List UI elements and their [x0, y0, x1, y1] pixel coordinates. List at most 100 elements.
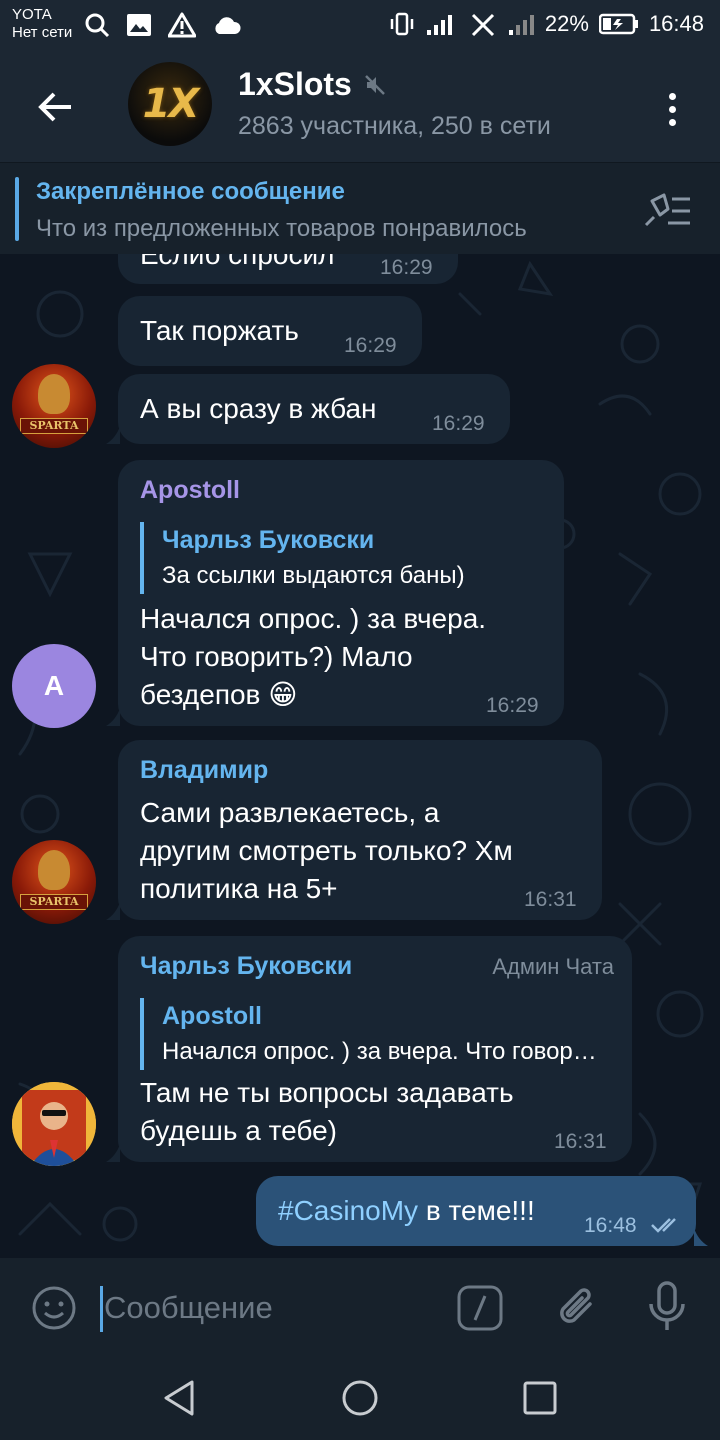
reply-author: Apostoll: [162, 1002, 262, 1030]
message-body: Сами развлекаетесь, а другим смотреть то…: [140, 794, 513, 908]
reply-text: Начался опрос. ) за вчера. Что говорить?…: [162, 1038, 600, 1065]
sender-name[interactable]: Владимир: [140, 756, 268, 785]
bubble-tail: [106, 426, 120, 444]
message-body: Начался опрос. ) за вчера. Что говорить?…: [140, 600, 486, 714]
message-list[interactable]: Еслиб спросил 16:29 Так поржать 16:29 SP…: [0, 254, 720, 1258]
pinned-title: Закреплённое сообщение: [36, 178, 345, 205]
message-time: 16:29: [486, 694, 539, 717]
message-time: 16:29: [432, 412, 485, 435]
status-bar: YOTA Нет сети 22% 16:48: [0, 0, 720, 52]
message-line: другим смотреть только? Хм: [140, 835, 513, 866]
person-photo-icon: [12, 1082, 96, 1166]
message-bubble[interactable]: Чарльз Буковски Админ Чата Apostoll Нача…: [118, 936, 632, 1162]
message-line: Начался опрос. ) за вчера.: [140, 603, 487, 634]
message-input[interactable]: Сообщение: [104, 1290, 273, 1326]
battery-percent: 22%: [544, 11, 589, 36]
battery-icon: [598, 13, 638, 35]
pinned-indicator: [15, 177, 19, 241]
signal-2-icon: [508, 15, 534, 35]
message-line: Сами развлекаетесь, а: [140, 797, 440, 828]
avatar-initial: A: [43, 670, 65, 701]
muted-icon: [364, 74, 385, 95]
message-bubble[interactable]: Владимир Сами развлекаетесь, а другим см…: [118, 740, 602, 920]
bubble-tail: [106, 708, 120, 726]
more-menu-button[interactable]: [654, 84, 690, 134]
nav-recents-icon[interactable]: [520, 1378, 560, 1418]
outgoing-message-bubble[interactable]: #CasinoMy в теме!!! 16:48: [256, 1176, 696, 1246]
microphone-icon[interactable]: [644, 1280, 690, 1334]
user-avatar[interactable]: SPARTA: [12, 364, 96, 448]
message-body: Там не ты вопросы задавать будешь а тебе…: [140, 1074, 514, 1150]
search-notification-icon: [85, 13, 110, 38]
reply-text: За ссылки выдаются баны): [162, 562, 465, 589]
message-line: бездепов 😁: [140, 679, 298, 710]
message-bubble[interactable]: А вы сразу в жбан 16:29: [118, 374, 510, 444]
reply-quote[interactable]: Apostoll Начался опрос. ) за вчера. Что …: [140, 998, 600, 1070]
message-time: 16:48: [584, 1214, 637, 1237]
chat-member-count: 2863 участника, 250 в сети: [238, 112, 551, 140]
dot-icon: [668, 118, 676, 126]
user-avatar[interactable]: A: [12, 644, 96, 728]
chat-header: 1X 1xSlots 2863 участника, 250 в сети: [0, 52, 720, 162]
message-bubble[interactable]: Apostoll Чарльз Буковски За ссылки выдаю…: [118, 460, 564, 726]
warning-icon: [168, 12, 196, 38]
chat-avatar[interactable]: 1X: [128, 62, 212, 146]
double-check-icon: [651, 1218, 676, 1233]
spartan-helmet-icon: [38, 374, 70, 414]
message-text: Так поржать: [140, 315, 299, 346]
message-bubble[interactable]: Так поржать 16:29: [118, 296, 422, 366]
no-wifi-icon: [471, 13, 494, 37]
message-time: 16:31: [524, 888, 577, 911]
hashtag-link[interactable]: #CasinoMy: [278, 1195, 418, 1226]
message-line: Что говорить?) Мало: [140, 641, 413, 672]
nav-home-icon[interactable]: [340, 1378, 380, 1418]
message-time: 16:29: [344, 334, 397, 357]
bubble-tail: [106, 902, 120, 920]
bubble-tail: [694, 1228, 708, 1246]
message-line: Там не ты вопросы задавать: [140, 1077, 514, 1108]
message-text: #CasinoMy в теме!!!: [278, 1192, 535, 1230]
carrier-name: YOTA: [12, 6, 52, 23]
dot-icon: [668, 92, 676, 100]
emoji-icon[interactable]: [30, 1284, 78, 1332]
carrier-status: Нет сети: [12, 24, 73, 41]
chat-avatar-logo: 1X: [142, 81, 200, 127]
paperclip-icon[interactable]: [552, 1282, 602, 1332]
cloud-icon: [215, 17, 241, 34]
message-time: 16:31: [554, 1130, 607, 1153]
sender-name[interactable]: Чарльз Буковски: [140, 952, 352, 981]
system-indicators: 22% 16:48: [389, 11, 704, 37]
signal-icon: [426, 15, 452, 35]
message-text-rest: в теме!!!: [418, 1195, 535, 1226]
nav-back-icon[interactable]: [160, 1378, 200, 1418]
reply-quote[interactable]: Чарльз Буковски За ссылки выдаются баны): [140, 522, 540, 594]
pinned-message-bar[interactable]: Закреплённое сообщение Что из предложенн…: [0, 162, 720, 254]
message-text: Еслиб спросил: [140, 254, 335, 270]
message-time: 16:29: [380, 256, 433, 279]
message-line: будешь а тебе): [140, 1115, 337, 1146]
chat-title[interactable]: 1xSlots: [238, 66, 386, 103]
arrow-left-icon: [38, 92, 71, 122]
pin-list-icon[interactable]: [642, 191, 694, 231]
chat-title-text: 1xSlots: [238, 66, 352, 102]
image-notification-icon: [127, 14, 151, 36]
bot-commands-icon[interactable]: [456, 1284, 504, 1332]
avatar-label: SPARTA: [20, 418, 88, 434]
user-avatar[interactable]: [12, 1082, 96, 1166]
text-caret: [100, 1286, 103, 1332]
pinned-text: Что из предложенных товаров понравилось: [36, 215, 527, 242]
reply-author: Чарльз Буковски: [162, 526, 375, 554]
user-avatar[interactable]: SPARTA: [12, 840, 96, 924]
bubble-tail: [106, 1144, 120, 1162]
sender-name[interactable]: Apostoll: [140, 476, 240, 505]
vibrate-icon: [390, 12, 414, 36]
admin-badge: Админ Чата: [492, 954, 614, 979]
dot-icon: [668, 105, 676, 113]
carrier-info: YOTA Нет сети: [12, 6, 72, 42]
message-text: А вы сразу в жбан: [140, 393, 377, 424]
message-bubble[interactable]: Еслиб спросил 16:29: [118, 254, 458, 284]
clock: 16:48: [648, 11, 704, 36]
back-button[interactable]: [30, 82, 80, 132]
message-input-bar: Сообщение: [0, 1258, 720, 1356]
spartan-helmet-icon: [38, 850, 70, 890]
